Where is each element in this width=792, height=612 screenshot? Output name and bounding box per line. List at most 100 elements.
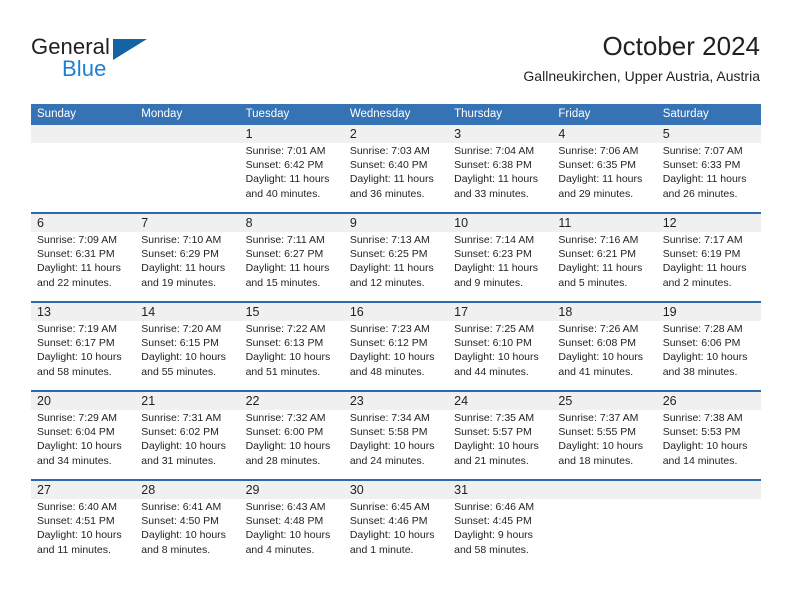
daynum-band bbox=[239, 125, 344, 143]
day-cell[interactable]: 14 Sunrise: 7:20 AM Sunset: 6:15 PM Dayl… bbox=[135, 303, 240, 390]
daylight-text: Daylight: 11 hours and 36 minutes. bbox=[349, 173, 434, 200]
day-cell[interactable]: 2 Sunrise: 7:03 AM Sunset: 6:40 PM Dayli… bbox=[343, 125, 449, 212]
daylight-text: Daylight: 10 hours and 44 minutes. bbox=[454, 351, 539, 378]
day-cell[interactable] bbox=[552, 481, 657, 568]
day-cell[interactable]: 31 Sunrise: 6:46 AM Sunset: 4:45 PM Dayl… bbox=[448, 481, 553, 568]
sunrise-text: Sunrise: 7:22 AM bbox=[245, 323, 326, 335]
day-cell[interactable]: 11 Sunrise: 7:16 AM Sunset: 6:21 PM Dayl… bbox=[552, 214, 657, 301]
logo-text-blue: Blue bbox=[62, 56, 107, 81]
day-details: Sunrise: 7:01 AM Sunset: 6:42 PM Dayligh… bbox=[246, 144, 341, 201]
day-cell[interactable]: 12 Sunrise: 7:17 AM Sunset: 6:19 PM Dayl… bbox=[656, 214, 761, 301]
sunset-text: Sunset: 6:31 PM bbox=[37, 248, 115, 261]
sunrise-text: Sunrise: 7:26 AM bbox=[558, 323, 639, 335]
sunrise-text: Sunrise: 7:03 AM bbox=[349, 145, 430, 157]
daylight-text: Daylight: 10 hours and 1 minute. bbox=[349, 529, 435, 556]
day-cell[interactable]: 15 Sunrise: 7:22 AM Sunset: 6:13 PM Dayl… bbox=[239, 303, 344, 390]
day-details: Sunrise: 6:45 AM Sunset: 4:46 PM Dayligh… bbox=[350, 500, 445, 557]
day-cell[interactable]: 19 Sunrise: 7:28 AM Sunset: 6:06 PM Dayl… bbox=[656, 303, 761, 390]
day-number: 4 bbox=[558, 127, 566, 141]
day-cell[interactable]: 13 Sunrise: 7:19 AM Sunset: 6:17 PM Dayl… bbox=[31, 303, 136, 390]
generalblue-logo[interactable]: General Blue bbox=[31, 35, 211, 87]
day-cell[interactable]: 25 Sunrise: 7:37 AM Sunset: 5:55 PM Dayl… bbox=[552, 392, 657, 479]
day-cell[interactable]: 18 Sunrise: 7:26 AM Sunset: 6:08 PM Dayl… bbox=[552, 303, 657, 390]
day-cell[interactable]: 26 Sunrise: 7:38 AM Sunset: 5:53 PM Dayl… bbox=[656, 392, 761, 479]
sunset-text: Sunset: 6:06 PM bbox=[662, 337, 741, 350]
sunset-text: Sunset: 6:00 PM bbox=[245, 426, 324, 439]
day-cell[interactable]: 9 Sunrise: 7:13 AM Sunset: 6:25 PM Dayli… bbox=[343, 214, 449, 301]
day-cell[interactable]: 20 Sunrise: 7:29 AM Sunset: 6:04 PM Dayl… bbox=[31, 392, 136, 479]
daylight-text: Daylight: 10 hours and 11 minutes. bbox=[37, 529, 122, 556]
daylight-text: Daylight: 10 hours and 41 minutes. bbox=[558, 351, 644, 378]
daylight-text: Daylight: 10 hours and 24 minutes. bbox=[349, 440, 435, 467]
week-row: 13 Sunrise: 7:19 AM Sunset: 6:17 PM Dayl… bbox=[31, 301, 761, 390]
day-details: Sunrise: 7:16 AM Sunset: 6:21 PM Dayligh… bbox=[558, 233, 653, 290]
day-cell[interactable]: 24 Sunrise: 7:35 AM Sunset: 5:57 PM Dayl… bbox=[448, 392, 553, 479]
day-cell[interactable]: 4 Sunrise: 7:06 AM Sunset: 6:35 PM Dayli… bbox=[552, 125, 657, 212]
day-number: 6 bbox=[37, 216, 44, 230]
day-details: Sunrise: 7:09 AM Sunset: 6:31 PM Dayligh… bbox=[37, 233, 132, 290]
day-cell[interactable]: 22 Sunrise: 7:32 AM Sunset: 6:00 PM Dayl… bbox=[239, 392, 344, 479]
sunrise-text: Sunrise: 7:16 AM bbox=[558, 234, 639, 246]
day-cell[interactable]: 28 Sunrise: 6:41 AM Sunset: 4:50 PM Dayl… bbox=[135, 481, 240, 568]
sunrise-text: Sunrise: 7:01 AM bbox=[245, 145, 326, 157]
daynum-band bbox=[135, 214, 240, 232]
day-cell[interactable]: 7 Sunrise: 7:10 AM Sunset: 6:29 PM Dayli… bbox=[135, 214, 240, 301]
sunrise-text: Sunrise: 7:32 AM bbox=[245, 412, 326, 424]
daylight-text: Daylight: 11 hours and 19 minutes. bbox=[141, 262, 226, 289]
day-cell[interactable]: 29 Sunrise: 6:43 AM Sunset: 4:48 PM Dayl… bbox=[239, 481, 344, 568]
day-cell[interactable]: 27 Sunrise: 6:40 AM Sunset: 4:51 PM Dayl… bbox=[31, 481, 136, 568]
daylight-text: Daylight: 10 hours and 31 minutes. bbox=[141, 440, 226, 467]
day-cell[interactable] bbox=[135, 125, 240, 212]
sunset-text: Sunset: 4:48 PM bbox=[245, 515, 324, 528]
sunset-text: Sunset: 6:35 PM bbox=[558, 159, 637, 172]
day-details: Sunrise: 7:06 AM Sunset: 6:35 PM Dayligh… bbox=[558, 144, 653, 201]
weekday-header-tuesday: Tuesday bbox=[245, 108, 290, 120]
day-cell[interactable] bbox=[31, 125, 136, 212]
day-cell[interactable]: 1 Sunrise: 7:01 AM Sunset: 6:42 PM Dayli… bbox=[239, 125, 344, 212]
day-cell[interactable]: 23 Sunrise: 7:34 AM Sunset: 5:58 PM Dayl… bbox=[343, 392, 449, 479]
page-title: October 2024 bbox=[602, 31, 760, 61]
day-cell[interactable]: 3 Sunrise: 7:04 AM Sunset: 6:38 PM Dayli… bbox=[448, 125, 553, 212]
day-details: Sunrise: 7:37 AM Sunset: 5:55 PM Dayligh… bbox=[558, 411, 653, 468]
daylight-text: Daylight: 11 hours and 29 minutes. bbox=[558, 173, 643, 200]
daylight-text: Daylight: 11 hours and 40 minutes. bbox=[245, 173, 330, 200]
sunrise-text: Sunrise: 7:37 AM bbox=[558, 412, 639, 424]
day-cell[interactable]: 17 Sunrise: 7:25 AM Sunset: 6:10 PM Dayl… bbox=[448, 303, 553, 390]
daynum-band bbox=[343, 125, 449, 143]
week-row: 20 Sunrise: 7:29 AM Sunset: 6:04 PM Dayl… bbox=[31, 390, 761, 479]
day-cell[interactable] bbox=[656, 481, 761, 568]
day-number: 27 bbox=[37, 483, 51, 497]
daylight-text: Daylight: 11 hours and 12 minutes. bbox=[349, 262, 434, 289]
day-cell[interactable]: 30 Sunrise: 6:45 AM Sunset: 4:46 PM Dayl… bbox=[343, 481, 449, 568]
sunset-text: Sunset: 6:04 PM bbox=[37, 426, 115, 439]
day-number: 28 bbox=[141, 483, 156, 497]
sunrise-text: Sunrise: 7:25 AM bbox=[454, 323, 535, 335]
daylight-text: Daylight: 10 hours and 34 minutes. bbox=[37, 440, 122, 467]
daylight-text: Daylight: 10 hours and 21 minutes. bbox=[454, 440, 539, 467]
day-cell[interactable]: 8 Sunrise: 7:11 AM Sunset: 6:27 PM Dayli… bbox=[239, 214, 344, 301]
day-number: 19 bbox=[662, 305, 677, 319]
day-cell[interactable]: 6 Sunrise: 7:09 AM Sunset: 6:31 PM Dayli… bbox=[31, 214, 136, 301]
day-cell[interactable]: 21 Sunrise: 7:31 AM Sunset: 6:02 PM Dayl… bbox=[135, 392, 240, 479]
day-cell[interactable]: 5 Sunrise: 7:07 AM Sunset: 6:33 PM Dayli… bbox=[656, 125, 761, 212]
day-details: Sunrise: 7:14 AM Sunset: 6:23 PM Dayligh… bbox=[454, 233, 549, 290]
day-details: Sunrise: 7:29 AM Sunset: 6:04 PM Dayligh… bbox=[37, 411, 132, 468]
day-number: 23 bbox=[349, 394, 364, 408]
sunset-text: Sunset: 6:02 PM bbox=[141, 426, 219, 439]
daylight-text: Daylight: 10 hours and 28 minutes. bbox=[245, 440, 331, 467]
day-details: Sunrise: 7:28 AM Sunset: 6:06 PM Dayligh… bbox=[663, 322, 758, 379]
sunrise-text: Sunrise: 7:04 AM bbox=[454, 145, 535, 157]
day-cell[interactable]: 16 Sunrise: 7:23 AM Sunset: 6:12 PM Dayl… bbox=[343, 303, 449, 390]
day-details: Sunrise: 7:35 AM Sunset: 5:57 PM Dayligh… bbox=[454, 411, 549, 468]
daylight-text: Daylight: 10 hours and 14 minutes. bbox=[662, 440, 748, 467]
day-cell[interactable]: 10 Sunrise: 7:14 AM Sunset: 6:23 PM Dayl… bbox=[448, 214, 553, 301]
day-number: 8 bbox=[245, 216, 253, 230]
daylight-text: Daylight: 10 hours and 38 minutes. bbox=[662, 351, 748, 378]
sunrise-text: Sunrise: 7:17 AM bbox=[662, 234, 743, 246]
sunset-text: Sunset: 5:58 PM bbox=[349, 426, 428, 439]
sunrise-text: Sunrise: 7:38 AM bbox=[662, 412, 743, 424]
sunset-text: Sunset: 6:21 PM bbox=[558, 248, 637, 261]
day-number: 16 bbox=[349, 305, 364, 319]
day-number: 22 bbox=[245, 394, 260, 408]
daynum-band bbox=[448, 125, 553, 143]
